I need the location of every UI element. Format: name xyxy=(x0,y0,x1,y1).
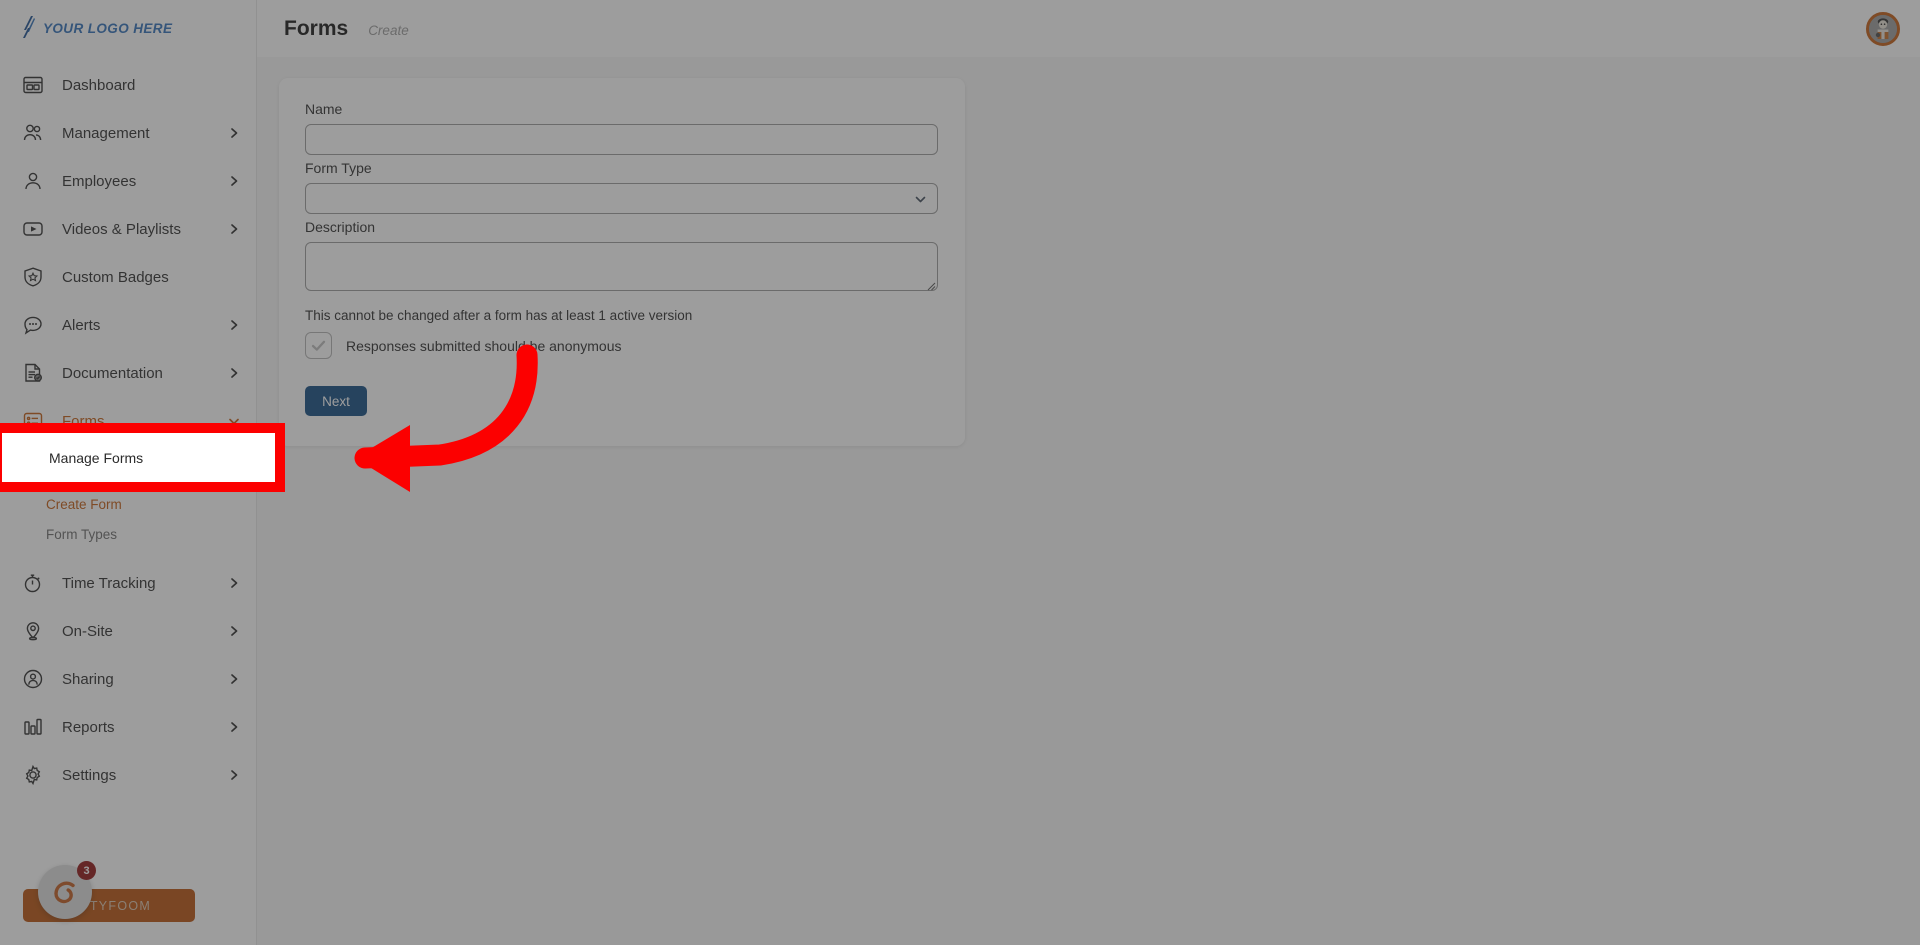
sidebar-item-custom-badges[interactable]: Custom Badges xyxy=(0,253,256,301)
sidebar-item-videos-playlists[interactable]: Videos & Playlists xyxy=(0,205,256,253)
bar-chart-icon xyxy=(22,716,44,738)
stopwatch-icon xyxy=(22,572,44,594)
dashboard-icon xyxy=(22,74,44,96)
app-root: YOUR LOGO HERE Dashboard Management Empl… xyxy=(0,0,1920,945)
sidebar-item-label: Employees xyxy=(62,172,137,190)
chevron-right-icon xyxy=(228,673,240,685)
chevron-right-icon xyxy=(228,769,240,781)
anonymous-checkbox[interactable] xyxy=(305,332,332,359)
chevron-right-icon xyxy=(228,127,240,139)
sidebar-item-dashboard[interactable]: Dashboard xyxy=(0,61,256,109)
brand-logo[interactable]: YOUR LOGO HERE xyxy=(0,0,256,57)
shield-star-icon xyxy=(22,266,44,288)
document-check-icon xyxy=(22,362,44,384)
sidebar-item-label: Management xyxy=(62,124,150,142)
sidebar-item-alerts[interactable]: Alerts xyxy=(0,301,256,349)
tyfoom-unread-badge: 3 xyxy=(77,861,96,880)
logo-text: YOUR LOGO HERE xyxy=(43,21,173,36)
tyfoom-label: TYFOOM xyxy=(89,898,152,913)
anonymous-label: Responses submitted should be anonymous xyxy=(346,337,622,354)
form-type-select-wrapper xyxy=(305,183,938,214)
chevron-right-icon xyxy=(228,721,240,733)
description-wrapper xyxy=(305,242,938,291)
highlight-label: Manage Forms xyxy=(49,449,144,466)
sidebar-item-reports[interactable]: Reports xyxy=(0,703,256,751)
create-form-card: Name Form Type Description This cannot b… xyxy=(279,78,965,446)
people-icon xyxy=(22,122,44,144)
field-name: Name xyxy=(305,101,939,155)
description-input[interactable] xyxy=(305,242,938,291)
chevron-right-icon xyxy=(228,175,240,187)
sidebar-item-label: Reports xyxy=(62,718,115,736)
tyfoom-footer: TYFOOM 3 xyxy=(0,825,257,945)
chat-bubble-icon xyxy=(22,314,44,336)
sidebar-item-time-tracking[interactable]: Time Tracking xyxy=(0,559,256,607)
sidebar-item-label: Sharing xyxy=(62,670,114,688)
main-area: Forms Create Name Form Type Description … xyxy=(257,0,1920,945)
subnav-item-form-types[interactable]: Form Types xyxy=(0,519,256,549)
field-form-type: Form Type xyxy=(305,160,939,214)
chevron-right-icon xyxy=(228,223,240,235)
anonymous-row: Responses submitted should be anonymous xyxy=(305,332,939,359)
chevron-right-icon xyxy=(228,625,240,637)
sidebar-item-label: Alerts xyxy=(62,316,101,334)
form-type-select[interactable] xyxy=(305,183,938,214)
next-button[interactable]: Next xyxy=(305,386,367,416)
subnav-item-label: Create Form xyxy=(46,496,122,512)
name-label: Name xyxy=(305,101,343,117)
sidebar-item-label: Videos & Playlists xyxy=(62,220,181,238)
sidebar-item-label: On-Site xyxy=(62,622,113,640)
sidebar-item-label: Documentation xyxy=(62,364,163,382)
gear-icon xyxy=(22,764,44,786)
topbar: Forms Create xyxy=(257,0,1920,57)
name-input[interactable] xyxy=(305,124,938,155)
avatar[interactable] xyxy=(1866,11,1900,46)
sidebar-item-on-site[interactable]: On-Site xyxy=(0,607,256,655)
share-user-icon xyxy=(22,668,44,690)
field-description: Description xyxy=(305,219,939,291)
page-title: Forms xyxy=(284,16,349,40)
chevron-right-icon xyxy=(228,577,240,589)
subnav-item-label: Form Types xyxy=(46,526,118,542)
person-icon xyxy=(22,170,44,192)
chevron-right-icon xyxy=(228,367,240,379)
sidebar-item-management[interactable]: Management xyxy=(0,109,256,157)
sidebar-item-label: Custom Badges xyxy=(62,268,169,286)
sidebar-item-settings[interactable]: Settings xyxy=(0,751,256,799)
breadcrumb: Create xyxy=(368,23,409,38)
sidebar-item-sharing[interactable]: Sharing xyxy=(0,655,256,703)
sidebar-item-label: Time Tracking xyxy=(62,574,156,592)
sidebar-item-label: Settings xyxy=(62,766,117,784)
highlight-callout-manage-forms[interactable]: Manage Forms xyxy=(0,423,285,492)
tyfoom-chat-bubble[interactable]: 3 xyxy=(38,861,96,919)
video-icon xyxy=(22,218,44,240)
pin-icon xyxy=(22,620,44,642)
description-label: Description xyxy=(305,219,376,235)
form-type-label: Form Type xyxy=(305,160,372,176)
chevron-right-icon xyxy=(228,319,240,331)
sidebar-item-documentation[interactable]: Documentation xyxy=(0,349,256,397)
nav-gap xyxy=(0,549,256,559)
anonymous-hint: This cannot be changed after a form has … xyxy=(305,308,693,323)
content-area: Name Form Type Description This cannot b… xyxy=(257,57,1920,446)
subnav-item-create-form[interactable]: Create Form xyxy=(0,489,256,519)
sidebar-item-employees[interactable]: Employees xyxy=(0,157,256,205)
logo-mark-icon xyxy=(22,15,35,42)
sidebar-item-label: Dashboard xyxy=(62,76,136,94)
